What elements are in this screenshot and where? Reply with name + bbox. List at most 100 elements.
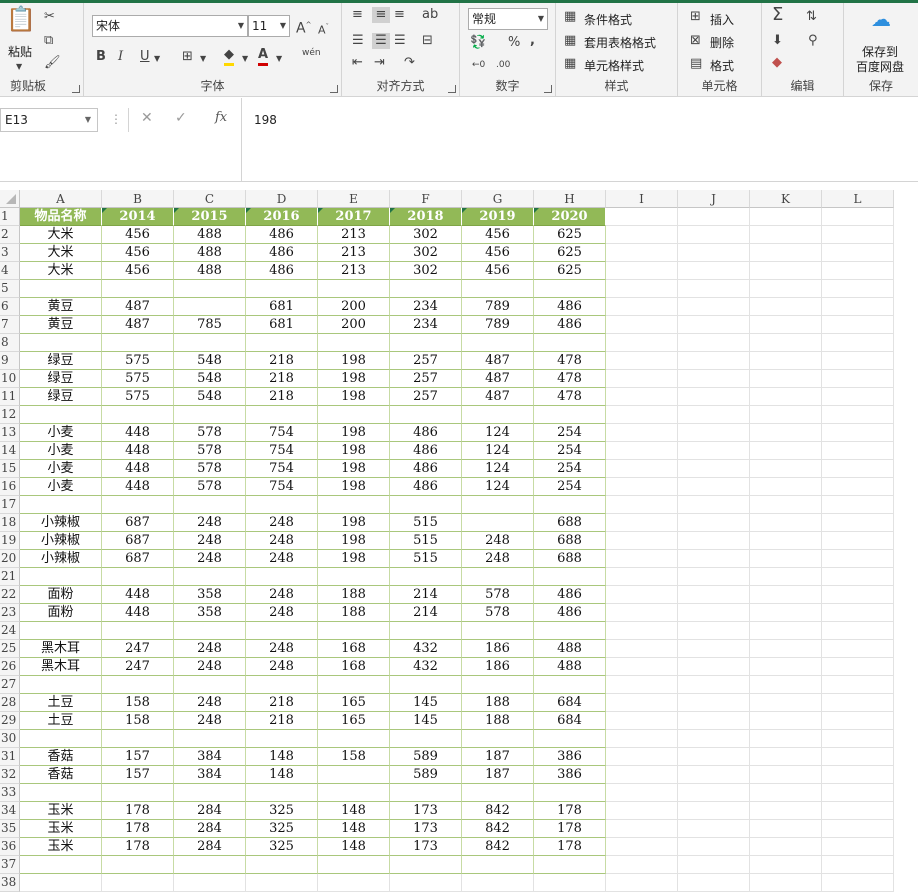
table-cell[interactable]: 456 <box>462 244 534 262</box>
table-cell[interactable]: 789 <box>462 316 534 334</box>
table-cell[interactable] <box>750 568 822 586</box>
table-cell[interactable]: 213 <box>318 262 390 280</box>
table-cell[interactable]: 325 <box>246 802 318 820</box>
table-cell[interactable]: 789 <box>462 298 534 316</box>
table-cell[interactable]: 157 <box>102 766 174 784</box>
table-cell[interactable]: 165 <box>318 694 390 712</box>
table-cell[interactable]: 548 <box>174 370 246 388</box>
table-cell[interactable]: 548 <box>174 388 246 406</box>
table-cell[interactable]: 478 <box>534 352 606 370</box>
table-cell[interactable]: 168 <box>318 640 390 658</box>
table-cell[interactable]: 玉米 <box>20 820 102 838</box>
table-cell[interactable] <box>606 478 678 496</box>
table-cell[interactable] <box>606 316 678 334</box>
table-cell[interactable]: 248 <box>174 694 246 712</box>
table-cell[interactable] <box>462 622 534 640</box>
table-cell[interactable]: 213 <box>318 244 390 262</box>
table-cell[interactable] <box>750 784 822 802</box>
table-cell[interactable]: 578 <box>174 442 246 460</box>
table-cell[interactable] <box>606 550 678 568</box>
column-header-a[interactable]: A <box>20 190 102 208</box>
table-cell[interactable] <box>606 658 678 676</box>
table-cell[interactable] <box>678 514 750 532</box>
table-cell[interactable]: 687 <box>102 532 174 550</box>
table-cell[interactable] <box>20 784 102 802</box>
table-cell[interactable] <box>606 856 678 874</box>
table-cell[interactable] <box>534 730 606 748</box>
table-cell[interactable]: 448 <box>102 442 174 460</box>
table-cell[interactable]: 188 <box>462 712 534 730</box>
row-header[interactable]: 35 <box>0 820 20 838</box>
table-cell[interactable] <box>606 694 678 712</box>
table-cell[interactable]: 284 <box>174 820 246 838</box>
font-name-combo[interactable]: 宋体 ▼ <box>92 15 248 37</box>
table-cell[interactable]: 173 <box>390 820 462 838</box>
table-cell[interactable]: 248 <box>246 550 318 568</box>
table-cell[interactable]: 香菇 <box>20 766 102 784</box>
table-cell[interactable]: 玉米 <box>20 838 102 856</box>
table-cell[interactable] <box>20 676 102 694</box>
table-cell[interactable] <box>750 208 822 226</box>
table-cell[interactable]: 214 <box>390 604 462 622</box>
table-cell[interactable] <box>750 712 822 730</box>
table-cell[interactable]: 681 <box>246 298 318 316</box>
table-cell[interactable]: 578 <box>462 586 534 604</box>
table-cell[interactable] <box>750 334 822 352</box>
table-cell[interactable] <box>822 532 894 550</box>
table-cell[interactable]: 187 <box>462 748 534 766</box>
table-cell[interactable]: 515 <box>390 514 462 532</box>
table-cell[interactable] <box>678 730 750 748</box>
table-cell[interactable]: 384 <box>174 766 246 784</box>
table-cell[interactable]: 248 <box>246 514 318 532</box>
table-cell[interactable]: 488 <box>174 244 246 262</box>
table-cell[interactable] <box>462 514 534 532</box>
table-cell[interactable] <box>822 604 894 622</box>
row-header[interactable]: 1 <box>0 208 20 226</box>
row-header[interactable]: 32 <box>0 766 20 784</box>
table-cell[interactable]: 178 <box>534 838 606 856</box>
orientation-icon[interactable]: ab <box>422 7 438 23</box>
table-cell[interactable]: 187 <box>462 766 534 784</box>
more-icon[interactable]: ⋮ <box>110 112 122 126</box>
decrease-decimal-icon[interactable]: .00 <box>496 57 510 73</box>
table-cell[interactable]: 玉米 <box>20 802 102 820</box>
table-cell[interactable] <box>174 622 246 640</box>
table-cell[interactable]: 248 <box>246 640 318 658</box>
table-cell[interactable] <box>750 262 822 280</box>
row-header[interactable]: 13 <box>0 424 20 442</box>
row-header[interactable]: 11 <box>0 388 20 406</box>
font-color-dropdown-icon[interactable]: ▼ <box>276 51 282 67</box>
font-launcher-icon[interactable] <box>330 85 338 93</box>
table-cell[interactable] <box>750 352 822 370</box>
column-header-c[interactable]: C <box>174 190 246 208</box>
table-cell[interactable] <box>678 694 750 712</box>
table-cell[interactable] <box>318 568 390 586</box>
table-cell[interactable] <box>390 784 462 802</box>
table-cell[interactable] <box>678 406 750 424</box>
table-cell[interactable]: 黑木耳 <box>20 640 102 658</box>
row-header[interactable]: 29 <box>0 712 20 730</box>
table-cell[interactable] <box>750 532 822 550</box>
number-format-combo[interactable]: 常规 ▼ <box>468 8 548 30</box>
table-cell[interactable] <box>678 532 750 550</box>
format-button[interactable]: 格式 <box>710 57 734 74</box>
row-header[interactable]: 21 <box>0 568 20 586</box>
table-cell[interactable] <box>750 622 822 640</box>
table-cell[interactable] <box>20 334 102 352</box>
row-header[interactable]: 14 <box>0 442 20 460</box>
comma-button[interactable]: , <box>530 33 535 49</box>
table-cell[interactable] <box>822 226 894 244</box>
table-cell[interactable]: 124 <box>462 478 534 496</box>
table-cell[interactable] <box>606 442 678 460</box>
table-cell[interactable] <box>750 406 822 424</box>
table-cell[interactable] <box>678 244 750 262</box>
fill-color-icon[interactable]: ◆ <box>224 47 234 66</box>
table-cell[interactable] <box>318 730 390 748</box>
table-cell[interactable]: 842 <box>462 820 534 838</box>
table-cell[interactable]: 218 <box>246 712 318 730</box>
table-cell[interactable] <box>606 622 678 640</box>
baidu-cloud-icon[interactable]: ☁ <box>868 9 894 37</box>
table-cell[interactable] <box>750 658 822 676</box>
table-cell[interactable] <box>750 676 822 694</box>
table-cell[interactable] <box>678 280 750 298</box>
